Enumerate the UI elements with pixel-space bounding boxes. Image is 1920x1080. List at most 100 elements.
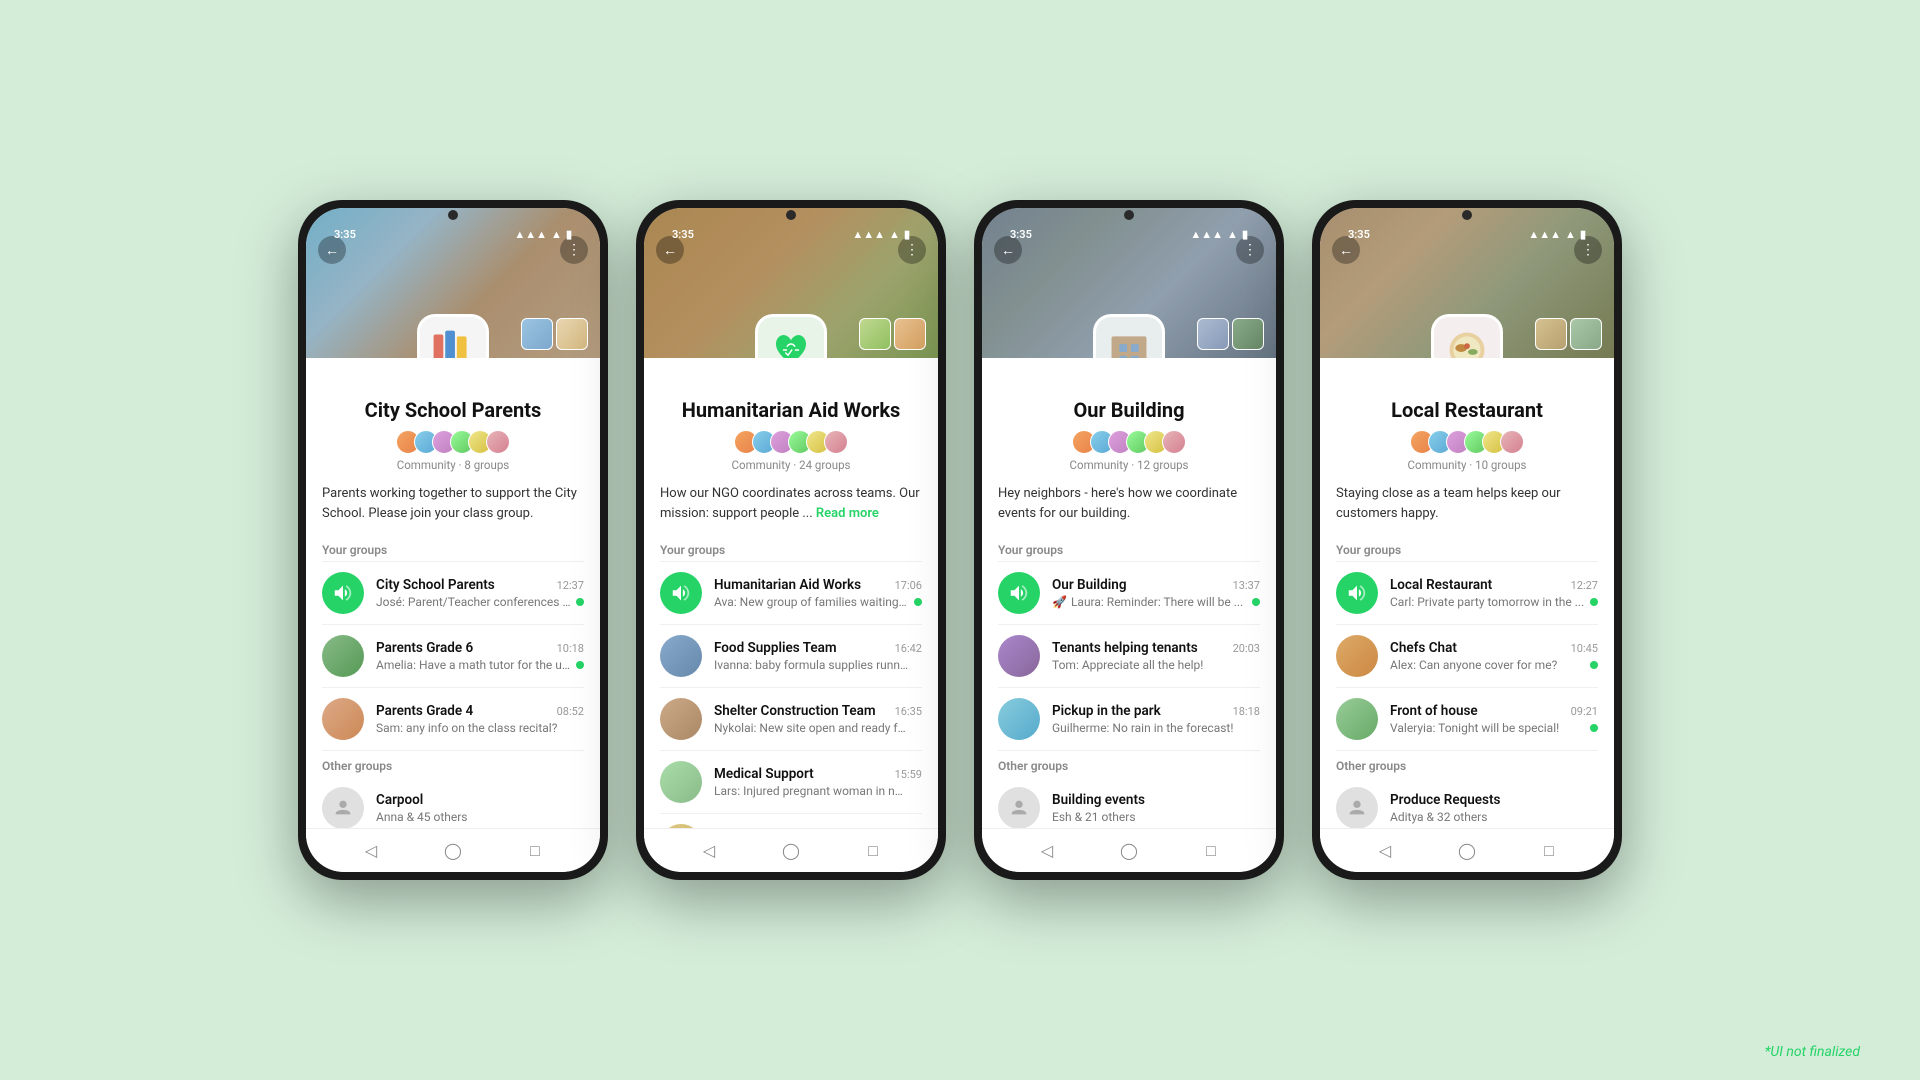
back-nav-button[interactable]: ◁ <box>1371 837 1399 865</box>
status-time: 3:35 <box>1010 228 1032 241</box>
your-groups-label: Your groups <box>1320 535 1614 561</box>
group-list-item[interactable]: Humanitarian Aid Works 17:06 Ava: New gr… <box>644 562 938 624</box>
unread-dot <box>1590 724 1598 732</box>
screen-content[interactable]: City School Parents Community · 8 groups… <box>306 358 600 828</box>
group-icon-grey <box>1336 787 1378 828</box>
group-name: Front of house <box>1390 703 1478 719</box>
group-preview: Nykolai: New site open and ready for ... <box>714 721 909 735</box>
back-nav-button[interactable]: ◁ <box>357 837 385 865</box>
other-groups-label: Other groups <box>1320 751 1614 777</box>
group-list-item[interactable]: Tenants helping tenants 20:03 Tom: Appre… <box>982 625 1276 687</box>
group-time: 12:27 <box>1571 579 1598 592</box>
group-name: Tenants helping tenants <box>1052 640 1198 656</box>
group-list-item[interactable]: Shelter Construction Team 16:35 Nykolai:… <box>644 688 938 750</box>
avatar-image <box>1096 317 1162 358</box>
group-list-item[interactable]: Medical Support 15:59 Lars: Injured preg… <box>644 751 938 813</box>
group-photo <box>660 761 702 803</box>
screen-content[interactable]: Our Building Community · 12 groups Hey n… <box>982 358 1276 828</box>
group-icon-grey <box>322 787 364 828</box>
unread-dot <box>1590 598 1598 606</box>
small-thumbnails <box>1535 318 1602 350</box>
phone-ngo: 3:35 ▲▲▲ ▲ ▮ ← ⋮ <box>636 200 946 880</box>
group-preview: Sam: any info on the class recital? <box>376 721 557 735</box>
group-list-item[interactable]: Our Building 13:37 🚀 Laura: Reminder: Th… <box>982 562 1276 624</box>
wifi-icon: ▲ <box>1565 228 1576 241</box>
group-photo <box>1336 635 1378 677</box>
group-name: Medical Support <box>714 766 814 782</box>
group-time: 20:03 <box>1233 642 1260 655</box>
unread-dot <box>914 598 922 606</box>
community-info: Local Restaurant Community · 10 groups <box>1320 358 1614 484</box>
group-list-item[interactable]: Pickup in the park 18:18 Guilherme: No r… <box>982 688 1276 750</box>
unread-dot <box>1252 598 1260 606</box>
group-list-item[interactable]: Front of house 09:21 Valeryia: Tonight w… <box>1320 688 1614 750</box>
member-avatars <box>998 430 1260 454</box>
group-time: 16:35 <box>895 705 922 718</box>
read-more-link[interactable]: Read more <box>816 506 879 521</box>
status-bar: 3:35 ▲▲▲ ▲ ▮ <box>314 218 592 245</box>
group-info: Our Building 13:37 🚀 Laura: Reminder: Th… <box>1052 577 1260 609</box>
group-preview: Guilherme: No rain in the forecast! <box>1052 721 1233 735</box>
recents-nav-button[interactable]: □ <box>859 837 887 865</box>
screen-content[interactable]: Humanitarian Aid Works Community · 24 gr… <box>644 358 938 828</box>
group-info: Pickup in the park 18:18 Guilherme: No r… <box>1052 703 1260 735</box>
group-info: Produce Requests Aditya & 32 others <box>1390 792 1598 824</box>
back-nav-button[interactable]: ◁ <box>695 837 723 865</box>
group-info: Humanitarian Aid Works 17:06 Ava: New gr… <box>714 577 922 609</box>
group-list-item[interactable]: Local Restaurant 12:27 Carl: Private par… <box>1320 562 1614 624</box>
header-image: 3:35 ▲▲▲ ▲ ▮ ← ⋮ <box>982 208 1276 358</box>
thumbnail-2 <box>1232 318 1264 350</box>
status-bar: 3:35 ▲▲▲ ▲ ▮ <box>1328 218 1606 245</box>
group-info: Chefs Chat 10:45 Alex: Can anyone cover … <box>1390 640 1598 672</box>
group-time: 10:45 <box>1571 642 1598 655</box>
group-list-item[interactable]: Chefs Chat 10:45 Alex: Can anyone cover … <box>1320 625 1614 687</box>
group-list-item[interactable]: Food Supplies Team 16:42 Ivanna: baby fo… <box>644 625 938 687</box>
group-list-item[interactable]: Parents Grade 6 10:18 Amelia: Have a mat… <box>306 625 600 687</box>
avatar-image <box>758 317 824 358</box>
home-nav-button[interactable]: ◯ <box>1115 837 1143 865</box>
rocket-icon: 🚀 <box>1052 595 1067 609</box>
group-name: City School Parents <box>376 577 495 593</box>
signal-icon: ▲▲▲ <box>514 228 547 241</box>
home-nav-button[interactable]: ◯ <box>1453 837 1481 865</box>
group-time: 17:06 <box>895 579 922 592</box>
status-bar: 3:35 ▲▲▲ ▲ ▮ <box>652 218 930 245</box>
group-photo <box>998 635 1040 677</box>
thumbnail-1 <box>859 318 891 350</box>
group-info: Building events Esh & 21 others <box>1052 792 1260 824</box>
group-list-item[interactable]: Parents Grade 4 08:52 Sam: any info on t… <box>306 688 600 750</box>
community-avatar <box>755 314 827 358</box>
group-name: Produce Requests <box>1390 792 1500 808</box>
group-list-item[interactable]: City School Parents 12:37 José: Parent/T… <box>306 562 600 624</box>
community-avatar <box>1431 314 1503 358</box>
recents-nav-button[interactable]: □ <box>1197 837 1225 865</box>
group-list-item[interactable]: Education Requests 12:13 Anna: Temporary… <box>644 814 938 828</box>
group-info: Parents Grade 4 08:52 Sam: any info on t… <box>376 703 584 735</box>
recents-nav-button[interactable]: □ <box>1535 837 1563 865</box>
group-info: Parents Grade 6 10:18 Amelia: Have a mat… <box>376 640 584 672</box>
screen-content[interactable]: Local Restaurant Community · 10 groups S… <box>1320 358 1614 828</box>
status-bar: 3:35 ▲▲▲ ▲ ▮ <box>990 218 1268 245</box>
group-list-item[interactable]: Building events Esh & 21 others <box>982 777 1276 828</box>
home-nav-button[interactable]: ◯ <box>439 837 467 865</box>
group-photo <box>998 698 1040 740</box>
home-nav-button[interactable]: ◯ <box>777 837 805 865</box>
signal-icon: ▲▲▲ <box>1528 228 1561 241</box>
announce-group-icon <box>998 572 1040 614</box>
group-list-item[interactable]: Produce Requests Aditya & 32 others <box>1320 777 1614 828</box>
group-photo <box>1336 698 1378 740</box>
member-avatar <box>486 430 510 454</box>
phone-restaurant: 3:35 ▲▲▲ ▲ ▮ ← ⋮ <box>1312 200 1622 880</box>
community-subtitle: Community · 10 groups <box>1336 458 1598 472</box>
back-nav-button[interactable]: ◁ <box>1033 837 1061 865</box>
phone-screen: 3:35 ▲▲▲ ▲ ▮ ← ⋮ <box>1320 208 1614 872</box>
group-list-item[interactable]: Carpool Anna & 45 others <box>306 777 600 828</box>
phone-screen: 3:35 ▲▲▲ ▲ ▮ ← ⋮ <box>982 208 1276 872</box>
member-avatar <box>824 430 848 454</box>
wifi-icon: ▲ <box>1227 228 1238 241</box>
recents-nav-button[interactable]: □ <box>521 837 549 865</box>
community-name: Our Building <box>998 398 1260 422</box>
group-icon-grey <box>998 787 1040 828</box>
group-info: Shelter Construction Team 16:35 Nykolai:… <box>714 703 922 735</box>
group-subtitle: Anna & 45 others <box>376 810 468 824</box>
